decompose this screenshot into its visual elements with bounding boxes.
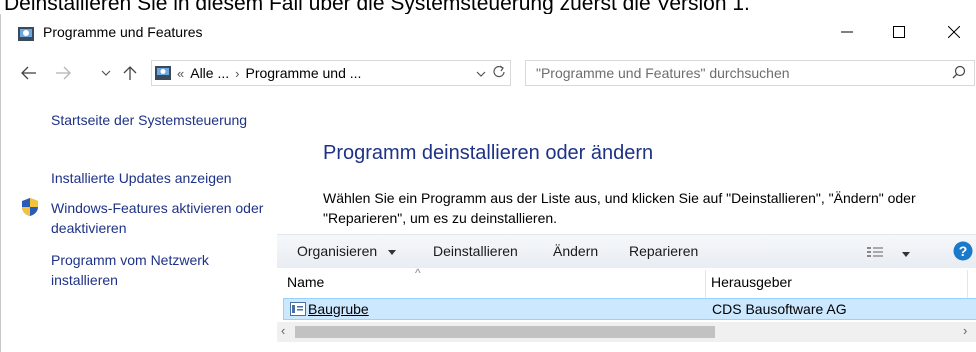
close-button[interactable]	[931, 14, 976, 50]
program-icon	[290, 302, 306, 316]
program-publisher: CDS Bausoftware AG	[712, 301, 847, 317]
breadcrumb-separator[interactable]: ›	[235, 66, 239, 81]
scroll-right-icon[interactable]: ›	[963, 323, 967, 338]
forward-arrow-icon	[56, 66, 71, 80]
refresh-icon	[493, 65, 505, 78]
overflow-indicator[interactable]: «	[177, 66, 184, 81]
up-button[interactable]	[121, 62, 139, 84]
column-header-publisher[interactable]: Herausgeber	[711, 274, 792, 290]
back-arrow-icon	[21, 66, 36, 80]
minimize-icon	[841, 31, 853, 33]
address-bar[interactable]: « Alle ... › Programme und ...	[151, 60, 511, 86]
title-bar: Programme und Features	[1, 14, 976, 50]
link-control-panel-home[interactable]: Startseite der Systemsteuerung	[51, 110, 271, 130]
organize-label: Organisieren	[297, 243, 378, 259]
forward-button[interactable]	[53, 62, 73, 84]
address-dropdown-button[interactable]	[476, 65, 486, 81]
change-button[interactable]: Ändern	[553, 243, 598, 259]
column-divider[interactable]	[705, 270, 706, 298]
window-title: Programme und Features	[43, 24, 203, 40]
search-placeholder: "Programme und Features" durchsuchen	[536, 65, 790, 81]
link-windows-features[interactable]: Windows-Features aktivieren oder deaktiv…	[51, 198, 271, 238]
organize-button[interactable]: Organisieren	[297, 243, 397, 259]
svg-text:?: ?	[959, 243, 968, 259]
caret-down-icon	[901, 252, 910, 257]
recent-locations-button[interactable]	[99, 62, 113, 84]
horizontal-scrollbar[interactable]: ‹ ›	[277, 322, 976, 342]
link-installed-updates[interactable]: Installierte Updates anzeigen	[51, 168, 271, 188]
repair-button[interactable]: Reparieren	[629, 243, 698, 259]
breadcrumb-all[interactable]: Alle ...	[190, 65, 229, 81]
caret-down-icon	[388, 250, 397, 255]
scroll-left-icon[interactable]: ‹	[281, 323, 285, 338]
uac-shield-icon	[22, 198, 38, 216]
program-name: Baugrube	[308, 301, 369, 317]
refresh-button[interactable]	[492, 64, 506, 83]
navigation-bar: « Alle ... › Programme und ... "Programm…	[1, 58, 976, 88]
search-icon[interactable]	[952, 65, 966, 79]
search-input[interactable]: "Programme und Features" durchsuchen	[525, 60, 975, 86]
chevron-down-icon	[476, 71, 486, 77]
close-icon	[948, 26, 960, 38]
link-install-from-network[interactable]: Programm vom Netzwerk installieren	[51, 250, 271, 290]
help-button[interactable]: ?	[953, 241, 973, 264]
chevron-down-icon	[101, 70, 111, 76]
up-arrow-icon	[123, 66, 137, 80]
breadcrumb-programs[interactable]: Programme und ...	[245, 65, 361, 81]
column-header-name[interactable]: Name	[287, 274, 324, 290]
view-details-icon	[867, 247, 883, 257]
view-options-button[interactable]	[867, 245, 911, 261]
column-header-row: Name ^ Herausgeber	[277, 266, 976, 298]
maximize-icon	[893, 26, 905, 38]
command-bar: Organisieren Deinstallieren Ändern Repar…	[277, 234, 976, 268]
column-divider[interactable]	[967, 270, 968, 298]
table-row[interactable]: Baugrube CDS Bausoftware AG	[283, 298, 976, 320]
control-panel-icon	[155, 66, 171, 80]
control-panel-window: Programme und Features « Alle ... › Prog…	[0, 14, 976, 352]
page-description: Wählen Sie ein Programm aus der Liste au…	[323, 190, 916, 226]
control-panel-icon	[18, 27, 34, 41]
page-title: Programm deinstallieren oder ändern	[323, 142, 654, 164]
minimize-button[interactable]	[824, 14, 870, 50]
programs-pane: Programm deinstallieren oder ändern Wähl…	[277, 94, 976, 352]
uninstall-button[interactable]: Deinstallieren	[433, 243, 518, 259]
tasks-pane: Startseite der Systemsteuerung Installie…	[1, 94, 277, 352]
scrollbar-thumb[interactable]	[295, 326, 715, 338]
sort-ascending-icon: ^	[415, 266, 421, 280]
back-button[interactable]	[19, 62, 39, 84]
maximize-button[interactable]	[876, 14, 922, 50]
help-icon: ?	[953, 241, 973, 261]
